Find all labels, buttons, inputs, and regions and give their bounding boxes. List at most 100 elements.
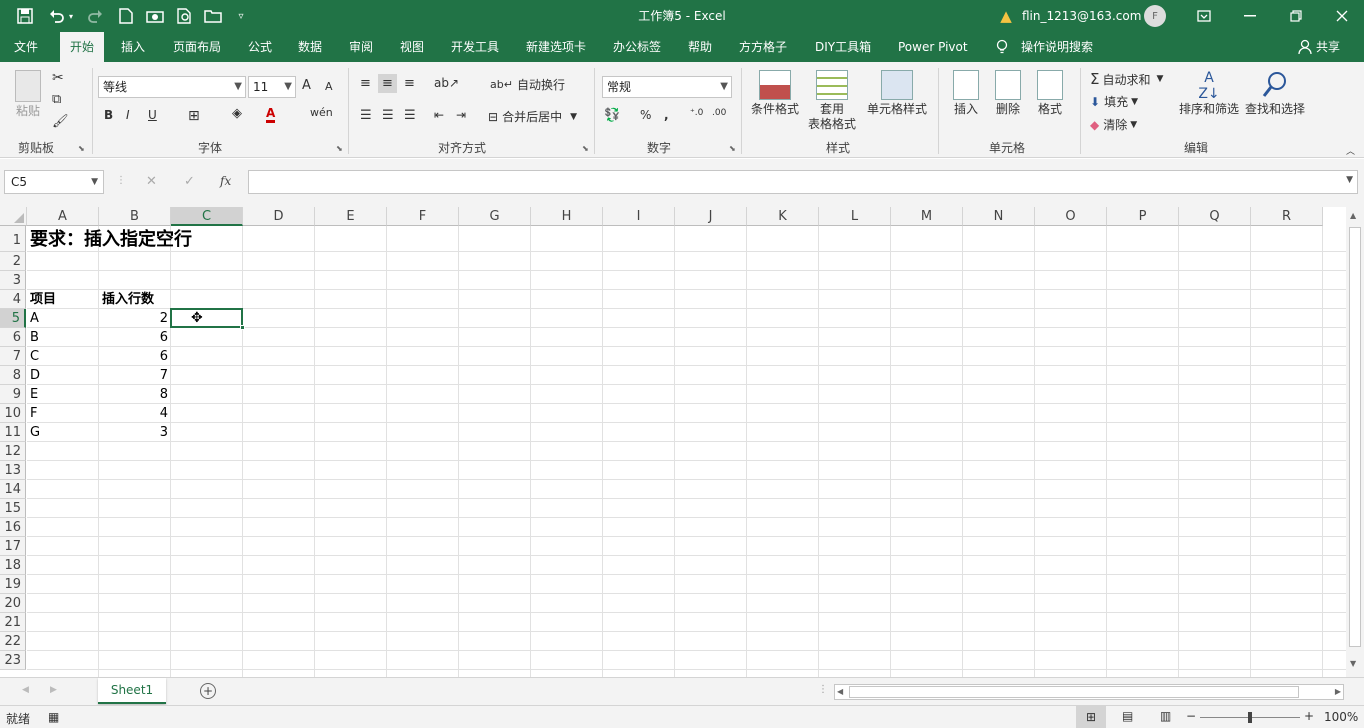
row-header-15[interactable]: 15 [0, 499, 26, 518]
clear-button[interactable]: ◆ 清除 ▼ [1090, 116, 1137, 133]
bold-button[interactable]: B [104, 108, 113, 122]
row-header-5[interactable]: 5 [0, 309, 26, 328]
font-launcher-icon[interactable]: ⬊ [336, 144, 343, 153]
column-header-q[interactable]: Q [1179, 207, 1251, 226]
tell-me-search[interactable]: 操作说明搜索 [1021, 32, 1093, 62]
sheet-tab-sheet1[interactable]: Sheet1 [98, 678, 166, 704]
normal-view-icon[interactable]: ⊞ [1076, 706, 1106, 728]
phonetic-icon[interactable]: wén [310, 106, 333, 119]
fill-handle[interactable] [240, 325, 245, 330]
row-header-10[interactable]: 10 [0, 404, 26, 423]
prev-sheet-icon[interactable]: ◀ [22, 685, 29, 695]
grow-font-button[interactable]: A [302, 78, 311, 93]
column-header-p[interactable]: P [1107, 207, 1179, 226]
paste-button[interactable]: 粘贴 [10, 70, 46, 119]
column-header-r[interactable]: R [1251, 207, 1323, 226]
copy-icon[interactable]: ⧉ [52, 92, 61, 107]
split-handle-icon[interactable]: ⋮ [818, 684, 828, 695]
row-header-2[interactable]: 2 [0, 252, 26, 271]
number-launcher-icon[interactable]: ⬊ [729, 144, 736, 153]
cell-b4-header-count[interactable]: 插入行数 [102, 290, 154, 309]
cell-item-name[interactable]: F [30, 404, 37, 423]
tab-data[interactable]: 数据 [298, 32, 322, 62]
increase-decimal-icon[interactable]: ⁺.0 [690, 108, 703, 118]
macro-record-icon[interactable]: ▦ [48, 710, 59, 724]
restore-icon[interactable] [1286, 6, 1306, 26]
scroll-left-icon[interactable]: ◀ [837, 687, 843, 696]
cell-a1-title[interactable]: 要求：插入指定空行 [30, 226, 192, 252]
column-header-m[interactable]: M [891, 207, 963, 226]
collapse-ribbon-icon[interactable]: ︿ [1346, 144, 1355, 157]
column-header-k[interactable]: K [747, 207, 819, 226]
cell-item-count[interactable]: 2 [99, 309, 168, 328]
comma-button[interactable]: , [664, 108, 669, 122]
cell-item-count[interactable]: 4 [99, 404, 168, 423]
minimize-icon[interactable] [1240, 6, 1260, 26]
row-header-20[interactable]: 20 [0, 594, 26, 613]
cell-item-name[interactable]: A [30, 309, 39, 328]
column-header-b[interactable]: B [99, 207, 171, 226]
row-header-18[interactable]: 18 [0, 556, 26, 575]
fill-button[interactable]: ⬇ 填充 ▼ [1090, 93, 1138, 110]
column-header-d[interactable]: D [243, 207, 315, 226]
decrease-decimal-icon[interactable]: .00 [712, 108, 726, 118]
align-top-icon[interactable]: ≡ [360, 76, 371, 91]
decrease-indent-icon[interactable]: ⇤ [434, 108, 444, 122]
cell-item-count[interactable]: 6 [99, 347, 168, 366]
tab-power-pivot[interactable]: Power Pivot [898, 32, 968, 62]
cell-item-count[interactable]: 3 [99, 423, 168, 442]
cell-a4-header-item[interactable]: 项目 [30, 290, 56, 309]
orientation-icon[interactable]: ab↗ [434, 76, 459, 90]
merge-center-button[interactable]: ⊟ 合并后居中 ▼ [488, 108, 577, 125]
shrink-font-button[interactable]: A [325, 80, 333, 93]
clipboard-launcher-icon[interactable]: ⬊ [78, 144, 85, 153]
enter-icon[interactable]: ✓ [184, 174, 195, 189]
active-cell-selection[interactable] [170, 308, 243, 328]
share-button[interactable]: 共享 [1316, 32, 1340, 62]
number-format-select[interactable]: 常规 ▼ [602, 76, 732, 98]
row-header-12[interactable]: 12 [0, 442, 26, 461]
worksheet-grid[interactable]: A B C D E F G H I J K L M N O P Q R 1 2 3 4 5 6 7 8 9 10 11 12 13 14 15 1… [0, 207, 1346, 677]
tab-home[interactable]: 开始 [60, 32, 105, 62]
column-header-f[interactable]: F [387, 207, 459, 226]
tab-file[interactable]: 文件 [14, 32, 38, 62]
row-header-9[interactable]: 9 [0, 385, 26, 404]
row-header-13[interactable]: 13 [0, 461, 26, 480]
underline-button[interactable]: U [148, 108, 157, 122]
autosum-button[interactable]: Σ 自动求和 ▼ [1090, 70, 1163, 88]
row-header-4[interactable]: 4 [0, 290, 26, 309]
tab-view[interactable]: 视图 [400, 32, 424, 62]
column-header-h[interactable]: H [531, 207, 603, 226]
tab-office-tab[interactable]: 办公标签 [613, 32, 661, 62]
horizontal-scrollbar[interactable]: ◀ ▶ [834, 684, 1344, 700]
cut-icon[interactable]: ✂ [52, 70, 64, 86]
vertical-scroll-thumb[interactable] [1349, 227, 1361, 647]
zoom-level[interactable]: 100% [1324, 710, 1358, 724]
tab-ffgz[interactable]: 方方格子 [739, 32, 787, 62]
warning-icon[interactable]: ▲ [996, 6, 1016, 26]
find-select-button[interactable]: 查找和选择 [1244, 70, 1306, 117]
borders-icon[interactable]: ⊞ [188, 108, 200, 124]
row-header-14[interactable]: 14 [0, 480, 26, 499]
tab-help[interactable]: 帮助 [688, 32, 712, 62]
tab-review[interactable]: 审阅 [349, 32, 373, 62]
scroll-right-icon[interactable]: ▶ [1335, 687, 1341, 696]
zoom-out-icon[interactable]: − [1186, 709, 1196, 723]
accounting-format-icon[interactable]: 💱 [604, 108, 620, 123]
cell-item-count[interactable]: 6 [99, 328, 168, 347]
row-header-23[interactable]: 23 [0, 651, 26, 670]
delete-cells-button[interactable]: 删除 [990, 70, 1026, 117]
scroll-up-icon[interactable]: ▲ [1350, 211, 1356, 220]
insert-function-button[interactable]: fx [220, 174, 231, 188]
column-header-a[interactable]: A [27, 207, 99, 226]
sort-filter-button[interactable]: A Z↓ 排序和筛选 [1178, 70, 1240, 117]
column-header-j[interactable]: J [675, 207, 747, 226]
font-name-select[interactable]: 等线 ▼ [98, 76, 246, 98]
page-break-view-icon[interactable]: ▥ [1160, 709, 1171, 723]
vertical-scrollbar[interactable]: ▲ ▼ [1346, 207, 1364, 677]
cancel-icon[interactable]: ✕ [146, 174, 157, 189]
align-center-icon[interactable]: ☰ [382, 108, 394, 123]
close-icon[interactable] [1332, 6, 1352, 26]
row-header-19[interactable]: 19 [0, 575, 26, 594]
column-header-l[interactable]: L [819, 207, 891, 226]
